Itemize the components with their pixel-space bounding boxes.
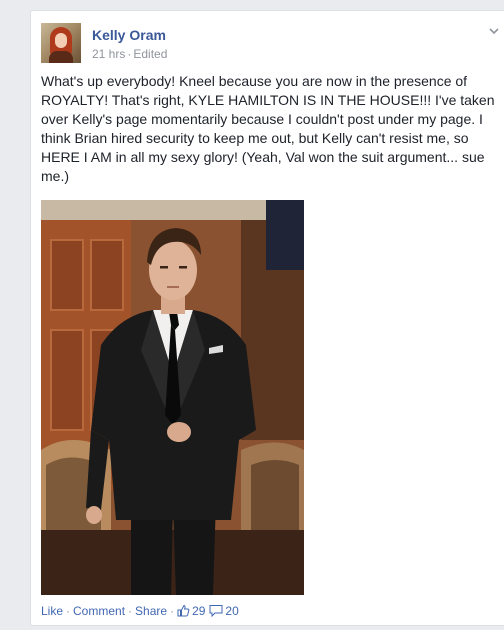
action-separator: ·: [128, 604, 133, 618]
post-meta: 21 hrs · Edited: [92, 47, 167, 61]
action-separator: ·: [170, 604, 175, 618]
edited-label[interactable]: Edited: [133, 47, 167, 61]
share-link[interactable]: Share: [135, 604, 167, 618]
post-card: Kelly Oram 21 hrs · Edited What's up every…: [30, 10, 504, 626]
meta-separator: ·: [127, 47, 132, 61]
photo-illustration: [41, 200, 304, 595]
avatar-face: [55, 33, 67, 48]
chevron-down-icon[interactable]: [488, 25, 500, 37]
author-name-link[interactable]: Kelly Oram: [92, 27, 166, 43]
post-text: What's up everybody! Kneel because you a…: [41, 73, 495, 184]
comment-count[interactable]: 20: [225, 604, 238, 618]
like-link[interactable]: Like: [41, 604, 63, 618]
like-count[interactable]: 29: [192, 604, 205, 618]
avatar-body: [49, 51, 73, 63]
action-separator: ·: [66, 604, 71, 618]
post-photo[interactable]: [41, 200, 304, 595]
post-timestamp[interactable]: 21 hrs: [92, 47, 125, 61]
author-avatar[interactable]: [41, 23, 81, 63]
thumbs-up-icon[interactable]: [177, 604, 190, 617]
post-actions-bar: Like · Comment · Share · 29 20: [41, 604, 243, 618]
speech-bubble-icon[interactable]: [209, 604, 223, 617]
comment-link[interactable]: Comment: [73, 604, 125, 618]
